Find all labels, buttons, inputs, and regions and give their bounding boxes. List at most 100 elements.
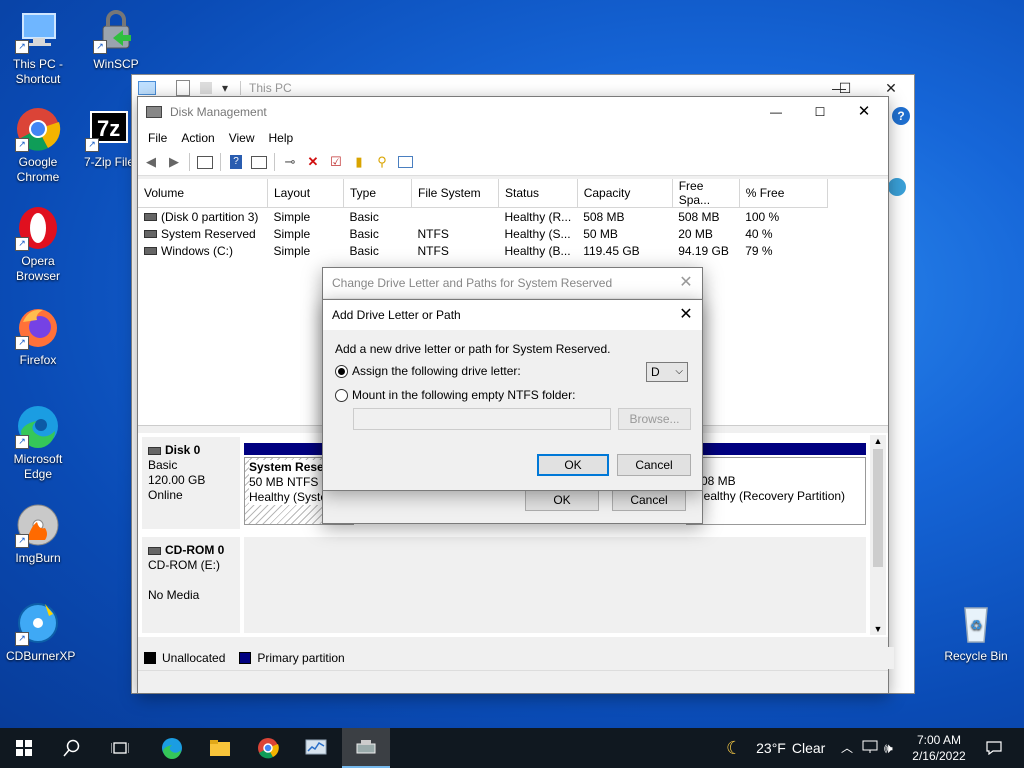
column-header-type[interactable]: Type (343, 179, 412, 208)
volume-cell: (Disk 0 partition 3) (138, 208, 268, 226)
clock[interactable]: 7:00 AM 2/16/2022 (906, 732, 972, 764)
column-header-volume[interactable]: Volume (138, 179, 268, 208)
disk-management-titlebar[interactable]: Disk Management — ☐ ✕ (138, 97, 888, 127)
table-row[interactable]: (Disk 0 partition 3) Simple Basic Health… (138, 208, 827, 226)
desktop-icon-recycle-bin[interactable]: ♻ Recycle Bin (942, 600, 1010, 664)
notifications-button[interactable] (980, 728, 1008, 768)
network-icon[interactable] (862, 740, 878, 754)
close-icon[interactable]: ✕ (670, 268, 702, 298)
connect-icon[interactable]: ⊸ (280, 152, 300, 172)
toolbar-separator (189, 153, 190, 171)
scroll-down-arrow-icon[interactable]: ▼ (870, 623, 886, 635)
free-space-cell: 508 MB (678, 209, 720, 224)
desktop-icon-edge[interactable]: ↗ Microsoft Edge (6, 403, 70, 482)
checklist-icon[interactable]: ☑ (326, 152, 346, 172)
task-view-button[interactable] (96, 728, 144, 768)
scroll-thumb[interactable] (873, 449, 883, 567)
menu-view[interactable]: View (222, 131, 262, 145)
search-icon[interactable]: ⚲ (372, 152, 392, 172)
new-folder-icon[interactable] (200, 82, 212, 94)
menu-help[interactable]: Help (262, 131, 301, 145)
partition-name: System Rese (249, 460, 324, 474)
partition-status: Healthy (Recovery Partition) (695, 489, 846, 503)
mount-folder-radio[interactable] (335, 389, 348, 403)
drive-letter-select[interactable]: D ⌵ (646, 362, 688, 382)
desktop-icon-winscp[interactable]: ↗ WinSCP (84, 8, 148, 72)
desktop-icon-cdburnerxp[interactable]: ↗ CDBurnerXP (6, 600, 75, 664)
type-cell: Basic (349, 226, 379, 241)
properties-icon[interactable] (249, 152, 269, 172)
change-dialog-titlebar[interactable]: Change Drive Letter and Paths for System… (323, 268, 702, 298)
start-button[interactable] (0, 728, 48, 768)
taskbar-disk-management[interactable] (342, 728, 390, 768)
volume-name: (Disk 0 partition 3) (161, 209, 259, 224)
mount-folder-option[interactable]: Mount in the following empty NTFS folder… (335, 388, 575, 403)
add-drive-letter-dialog[interactable]: Add Drive Letter or Path ✕ Add a new dri… (322, 299, 703, 491)
list-view-icon[interactable] (395, 152, 415, 172)
column-header-file-system[interactable]: File System (411, 179, 499, 208)
globe-icon (888, 178, 906, 196)
help-icon[interactable]: ? (892, 107, 910, 125)
menu-action[interactable]: Action (174, 131, 221, 145)
cdrom-0-label[interactable]: CD-ROM 0 CD-ROM (E:) No Media (142, 537, 240, 633)
table-row[interactable]: Windows (C:) Simple Basic NTFS Healthy (… (138, 242, 827, 259)
delete-icon[interactable]: ✕ (303, 152, 323, 172)
ok-button[interactable]: OK (537, 454, 609, 476)
cancel-button[interactable]: Cancel (612, 489, 686, 511)
desktop-icon-this-pc[interactable]: ↗ This PC - Shortcut (6, 8, 70, 87)
weather-widget[interactable]: ☾ 23°F Clear (726, 728, 825, 768)
partition-recovery[interactable]: 08 MB Healthy (Recovery Partition) (686, 457, 866, 525)
file-system-cell (412, 208, 499, 226)
volume-icon[interactable]: 🕪 (884, 728, 893, 768)
cancel-button[interactable]: Cancel (617, 454, 691, 476)
file-system-cell: NTFS (417, 226, 449, 241)
import-icon[interactable]: ▮ (349, 152, 369, 172)
maximize-button[interactable]: ☐ (800, 97, 840, 127)
assign-letter-radio[interactable] (335, 365, 348, 379)
legend-label-primary: Primary partition (257, 651, 345, 665)
menu-file[interactable]: File (141, 131, 174, 145)
column-header-percent-free[interactable]: % Free (739, 179, 828, 208)
close-button[interactable]: ✕ (844, 97, 884, 127)
back-arrow-icon[interactable]: ◀ (141, 152, 161, 172)
taskbar-performance-monitor[interactable] (292, 728, 340, 768)
table-row[interactable]: System Reserved Simple Basic NTFS Health… (138, 225, 827, 242)
disk-icon (148, 446, 161, 455)
taskbar-edge[interactable] (148, 728, 196, 768)
column-header-capacity[interactable]: Capacity (577, 179, 673, 208)
forward-arrow-icon[interactable]: ▶ (164, 152, 184, 172)
svg-text:7z: 7z (97, 116, 120, 141)
chevron-down-icon[interactable]: ▾ (222, 81, 228, 95)
folder-path-input[interactable] (353, 408, 611, 430)
scroll-up-arrow-icon[interactable]: ▲ (870, 435, 886, 447)
column-header-free-space[interactable]: Free Spa... (672, 179, 740, 208)
search-button[interactable] (48, 728, 96, 768)
status-cell: Healthy (R... (504, 209, 572, 224)
browse-button[interactable]: Browse... (618, 408, 691, 430)
chrome-icon (258, 738, 279, 759)
column-header-layout[interactable]: Layout (267, 179, 344, 208)
file-system-cell: NTFS (417, 243, 449, 258)
minimize-button[interactable]: — (756, 97, 796, 127)
desktop-icon-imgburn[interactable]: ↗ ImgBurn (6, 502, 70, 566)
desktop-icon-chrome[interactable]: ↗ Google Chrome (6, 106, 70, 185)
properties-icon[interactable] (176, 80, 190, 96)
help-icon[interactable]: ? (226, 152, 246, 172)
disk-0-label[interactable]: Disk 0 Basic 120.00 GB Online (142, 437, 240, 529)
desktop-icon-opera[interactable]: ↗ Opera Browser (6, 205, 70, 284)
drive-icon (144, 213, 157, 222)
close-icon[interactable]: ✕ (670, 300, 702, 330)
column-header-status[interactable]: Status (498, 179, 578, 208)
taskbar-chrome[interactable] (244, 728, 292, 768)
vertical-scrollbar[interactable]: ▲ ▼ (870, 435, 886, 635)
moon-icon: ☾ (726, 737, 743, 758)
ok-button[interactable]: OK (525, 489, 599, 511)
show-hide-console-icon[interactable] (195, 152, 215, 172)
add-dialog-titlebar[interactable]: Add Drive Letter or Path ✕ (323, 300, 702, 330)
show-hidden-icons-button[interactable]: ︿ (838, 728, 856, 768)
desktop-icon-7zip[interactable]: 7z ↗ 7-Zip File Manager (84, 106, 132, 170)
taskbar-file-explorer[interactable] (196, 728, 244, 768)
assign-letter-option[interactable]: Assign the following drive letter: (335, 364, 521, 379)
windows-logo-icon (16, 740, 32, 756)
desktop-icon-firefox[interactable]: ↗ Firefox (6, 304, 70, 368)
